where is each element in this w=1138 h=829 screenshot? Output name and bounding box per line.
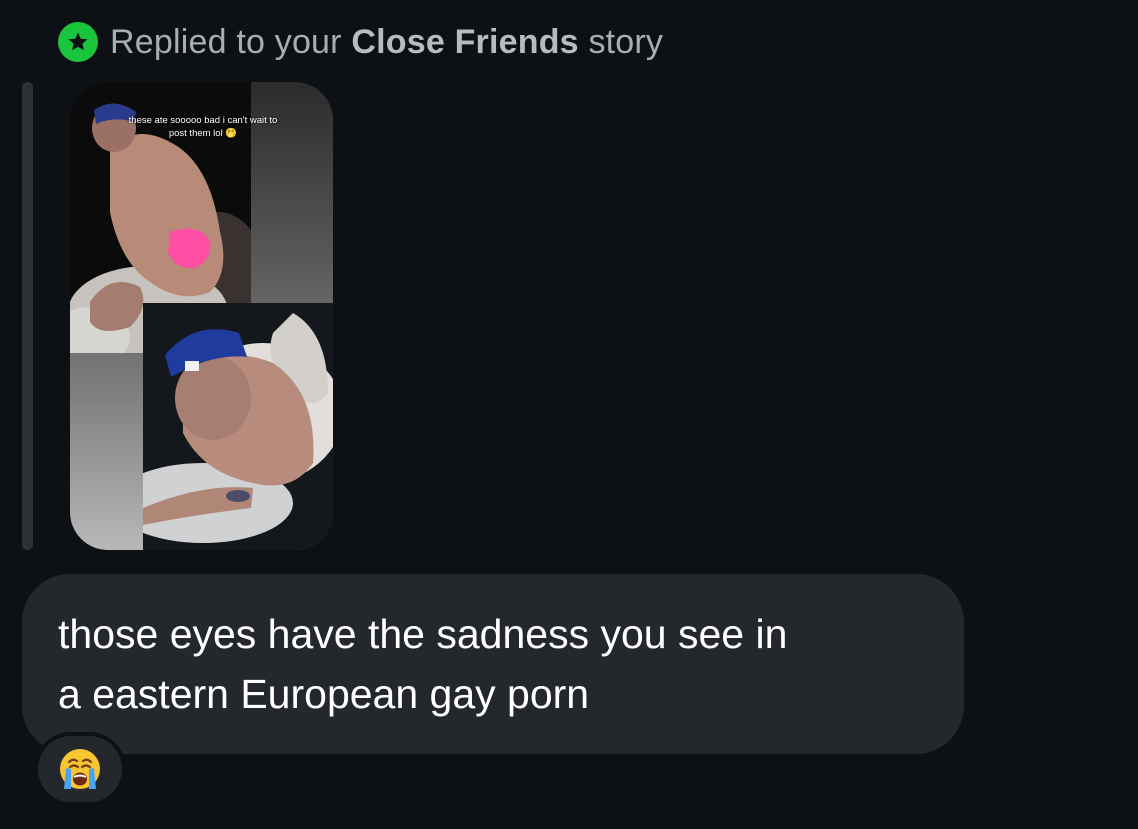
message-bubble[interactable]: those eyes have the sadness you see in a… <box>22 574 964 754</box>
loudly-crying-face-icon <box>60 749 100 789</box>
message-line-2: a eastern European gay porn <box>58 671 590 717</box>
close-friends-label: Close Friends <box>351 22 579 61</box>
reply-quote-bar <box>22 82 33 550</box>
reaction-pill[interactable] <box>34 732 126 806</box>
story-photo-bottom <box>143 303 333 550</box>
story-preview-card[interactable]: these ate sooooo bad i can't wait to pos… <box>70 82 333 550</box>
dm-thread-screen: Replied to your Close Friends story thes… <box>0 0 1138 829</box>
story-caption-line-2: post them lol 🤭 <box>168 128 238 139</box>
story-caption: these ate sooooo bad i can't wait to pos… <box>112 114 294 140</box>
reply-suffix: story <box>588 22 664 61</box>
message-line-1: those eyes have the sadness you see in <box>58 611 788 657</box>
story-reply-header: Replied to your Close Friends story <box>58 20 663 64</box>
story-caption-line-1: these ate sooooo bad i can't wait to <box>128 115 278 126</box>
close-friends-star-icon <box>58 22 98 62</box>
reply-header-text: Replied to your Close Friends story <box>110 23 663 62</box>
reply-prefix: Replied to your <box>110 22 342 61</box>
